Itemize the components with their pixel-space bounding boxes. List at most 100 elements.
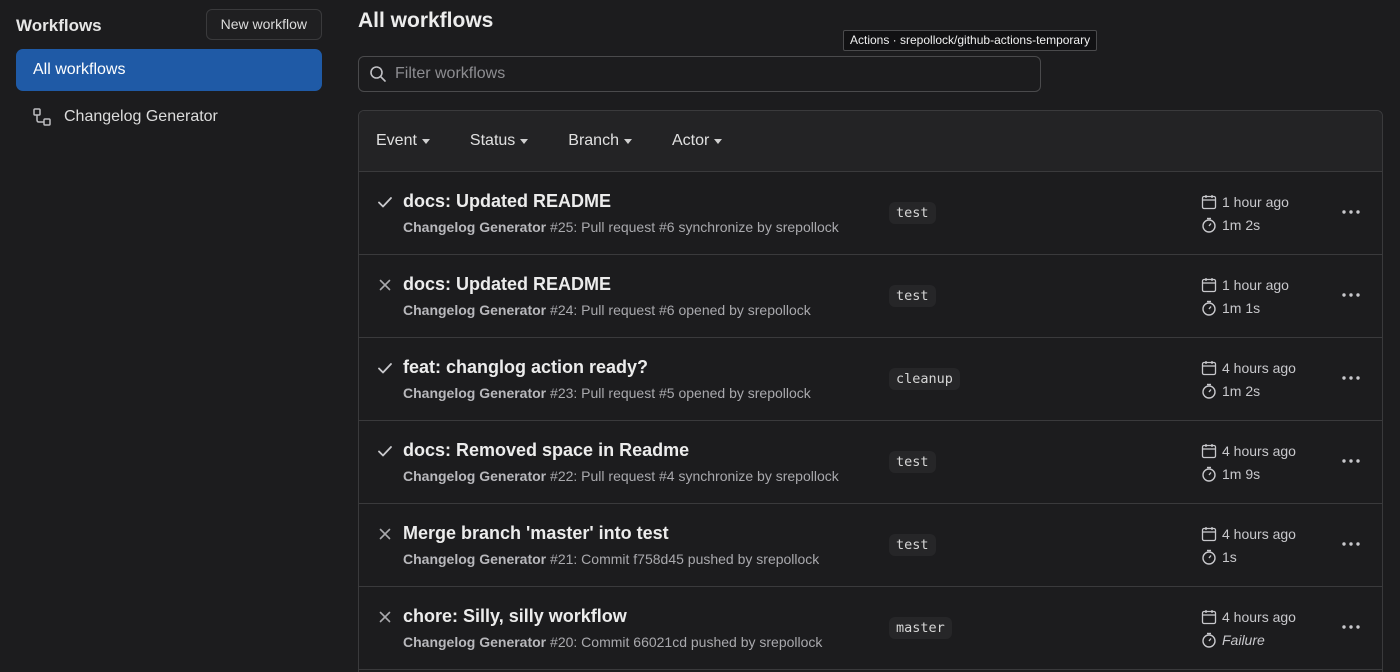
branch-tag[interactable]: cleanup: [889, 368, 960, 390]
calendar-icon: [1201, 278, 1217, 293]
run-workflow-name: Changelog Generator: [403, 302, 547, 318]
run-title-link[interactable]: docs: Removed space in Readme: [403, 440, 689, 461]
run-time-ago-label: 4 hours ago: [1222, 526, 1296, 542]
event-filter-dropdown[interactable]: Event: [376, 132, 430, 150]
run-detail-suffix: synchronize by srepollock: [674, 468, 839, 484]
run-detail-suffix: pushed by srepollock: [687, 634, 823, 650]
run-duration: 1m 1s: [1201, 300, 1260, 316]
check-icon: [377, 443, 393, 459]
run-duration-label: 1m 2s: [1222, 383, 1261, 399]
run-detail-prefix: #23: Pull request: [546, 385, 659, 401]
kebab-horizontal-icon: [1342, 542, 1360, 546]
run-time-ago-label: 4 hours ago: [1222, 360, 1296, 376]
filter-workflows-field[interactable]: [358, 56, 1041, 92]
branch-filter-dropdown[interactable]: Branch: [568, 132, 632, 150]
run-meta: Changelog Generator #23: Pull request #5…: [403, 385, 811, 401]
run-time-ago: 4 hours ago: [1201, 609, 1296, 625]
run-title-link[interactable]: feat: changlog action ready?: [403, 357, 648, 378]
runs-filter-bar: Event Status Branch Actor: [359, 111, 1382, 172]
run-meta: Changelog Generator #21: Commit f758d45 …: [403, 551, 819, 567]
check-icon: [377, 360, 393, 376]
run-workflow-name: Changelog Generator: [403, 634, 547, 650]
caret-down-icon: [623, 138, 632, 144]
workflow-run-row[interactable]: docs: Updated README Changelog Generator…: [359, 172, 1382, 255]
more-options-button[interactable]: [1339, 532, 1363, 556]
calendar-icon: [1201, 444, 1217, 459]
kebab-horizontal-icon: [1342, 293, 1360, 297]
run-title-link[interactable]: chore: Silly, silly workflow: [403, 606, 627, 627]
branch-tag[interactable]: test: [889, 202, 936, 224]
sidebar-item-label: Changelog Generator: [64, 108, 218, 125]
run-duration: 1m 2s: [1201, 217, 1260, 233]
run-workflow-name: Changelog Generator: [403, 468, 547, 484]
more-options-button[interactable]: [1339, 200, 1363, 224]
sidebar-item-changelog-generator[interactable]: Changelog Generator: [16, 96, 322, 138]
page-title: All workflows: [358, 9, 494, 32]
workflow-run-row[interactable]: docs: Updated README Changelog Generator…: [359, 255, 1382, 338]
status-filter-dropdown[interactable]: Status: [469, 132, 529, 150]
run-time-ago: 1 hour ago: [1201, 277, 1289, 293]
run-ref: #6: [659, 219, 675, 235]
workflow-run-row[interactable]: docs: Removed space in Readme Changelog …: [359, 421, 1382, 504]
run-meta: Changelog Generator #20: Commit 66021cd …: [403, 634, 822, 650]
branch-tag[interactable]: master: [889, 617, 952, 639]
stopwatch-icon: [1202, 383, 1216, 399]
runs-container: docs: Updated README Changelog Generator…: [359, 172, 1382, 670]
run-title-link[interactable]: docs: Updated README: [403, 274, 611, 295]
run-ref: #6: [659, 302, 675, 318]
run-workflow-name: Changelog Generator: [403, 385, 547, 401]
run-time-ago-label: 4 hours ago: [1222, 609, 1296, 625]
run-ref: 66021cd: [633, 634, 687, 650]
sidebar-title: Workflows: [16, 16, 102, 35]
run-meta: Changelog Generator #25: Pull request #6…: [403, 219, 839, 235]
stopwatch-icon: [1202, 632, 1216, 648]
run-title-link[interactable]: docs: Updated README: [403, 191, 611, 212]
run-detail-suffix: opened by srepollock: [674, 385, 811, 401]
workflow-run-row[interactable]: feat: changlog action ready? Changelog G…: [359, 338, 1382, 421]
run-detail-prefix: #22: Pull request: [546, 468, 659, 484]
run-time-ago: 4 hours ago: [1201, 360, 1296, 376]
run-time-ago: 4 hours ago: [1201, 443, 1296, 459]
branch-tag[interactable]: test: [889, 285, 936, 307]
stopwatch-icon: [1202, 549, 1216, 565]
kebab-horizontal-icon: [1342, 459, 1360, 463]
calendar-icon: [1201, 610, 1217, 625]
more-options-button[interactable]: [1339, 283, 1363, 307]
run-detail-prefix: #24: Pull request: [546, 302, 659, 318]
workflow-icon: [32, 107, 52, 127]
main-content: All workflows Actions · srepollock/githu…: [358, 0, 1383, 672]
caret-down-icon: [520, 138, 529, 144]
branch-tag[interactable]: test: [889, 534, 936, 556]
kebab-horizontal-icon: [1342, 210, 1360, 214]
run-meta: Changelog Generator #22: Pull request #4…: [403, 468, 839, 484]
run-detail-prefix: #25: Pull request: [546, 219, 659, 235]
branch-tag[interactable]: test: [889, 451, 936, 473]
x-icon: [377, 609, 393, 625]
workflow-runs-list: Event Status Branch Actor docs: Updated …: [358, 110, 1383, 672]
sidebar-header: Workflows New workflow: [16, 9, 322, 41]
sidebar-item-all-workflows[interactable]: All workflows: [16, 49, 322, 91]
run-workflow-name: Changelog Generator: [403, 219, 547, 235]
run-duration: 1s: [1201, 549, 1237, 565]
search-icon: [369, 65, 387, 83]
run-title-link[interactable]: Merge branch 'master' into test: [403, 523, 669, 544]
actor-filter-dropdown[interactable]: Actor: [672, 132, 723, 150]
more-options-button[interactable]: [1339, 449, 1363, 473]
filter-workflows-input[interactable]: [395, 65, 1040, 83]
more-options-button[interactable]: [1339, 615, 1363, 639]
caret-down-icon: [714, 138, 723, 144]
run-detail-prefix: #20: Commit: [546, 634, 634, 650]
x-icon: [377, 526, 393, 542]
app-window: Workflows New workflow All workflows Cha…: [0, 0, 1400, 672]
workflow-run-row[interactable]: Merge branch 'master' into test Changelo…: [359, 504, 1382, 587]
calendar-icon: [1201, 527, 1217, 542]
status-filter-label: Status: [469, 132, 516, 149]
run-duration-label: 1m 2s: [1222, 217, 1261, 233]
kebab-horizontal-icon: [1342, 376, 1360, 380]
more-options-button[interactable]: [1339, 366, 1363, 390]
run-detail-suffix: opened by srepollock: [674, 302, 811, 318]
new-workflow-button[interactable]: New workflow: [205, 9, 322, 40]
run-detail-suffix: synchronize by srepollock: [674, 219, 839, 235]
run-duration: 1m 2s: [1201, 383, 1260, 399]
workflow-run-row[interactable]: chore: Silly, silly workflow Changelog G…: [359, 587, 1382, 670]
